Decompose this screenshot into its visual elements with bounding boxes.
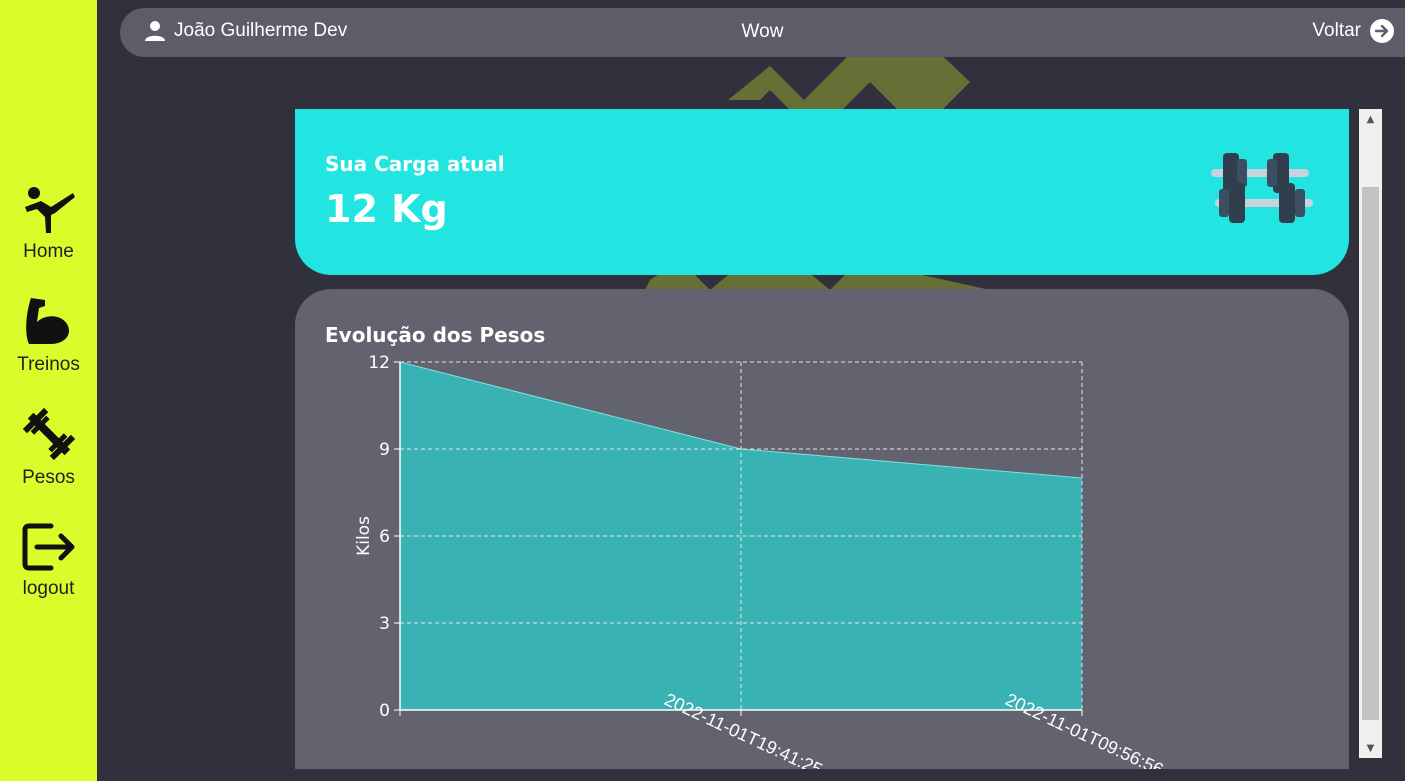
current-load-card: Sua Carga atual 12 Kg (295, 109, 1349, 275)
y-axis-label: Kilos (354, 516, 374, 556)
logout-icon (22, 523, 74, 571)
sidebar-item-label: Pesos (22, 467, 75, 488)
scrollbar[interactable]: ▲ ▼ (1359, 109, 1382, 758)
arrow-right-circle-icon (1370, 19, 1394, 43)
martial-arts-icon (24, 187, 75, 233)
y-tick-label: 3 (379, 614, 390, 634)
back-label: Voltar (1312, 20, 1361, 41)
sidebar: Home Treinos Pesos logout (0, 0, 97, 781)
scroll-down-button[interactable]: ▼ (1359, 738, 1382, 758)
weight-area-chart: 0369122022-11-01T19:41:25 2022-11-01T09:5… (354, 353, 1167, 769)
sidebar-item-label: Home (23, 241, 74, 262)
y-tick-label: 9 (379, 440, 390, 460)
y-tick-label: 0 (379, 701, 390, 721)
sidebar-item-home[interactable]: Home (0, 185, 97, 263)
sidebar-item-label: Treinos (17, 354, 80, 375)
sidebar-item-treinos[interactable]: Treinos (0, 296, 97, 376)
sidebar-item-label: logout (22, 578, 75, 599)
y-tick-label: 6 (379, 527, 390, 547)
top-bar: João Guilherme Dev Wow Voltar (120, 8, 1405, 57)
sidebar-item-logout[interactable]: logout (0, 522, 97, 600)
scroll-thumb[interactable] (1362, 187, 1379, 720)
weight-evolution-card: Evolução dos Pesos 0 3 6 9 12 2022-11-01T19:4… (295, 289, 1349, 769)
current-load-value: 12 Kg (325, 187, 448, 231)
y-tick-label: 12 (368, 353, 390, 373)
x-tick-label: 2022-11-01T09:56:56 (1002, 689, 1166, 769)
user-name: João Guilherme Dev (174, 20, 348, 41)
user-info: João Guilherme Dev (144, 20, 347, 42)
user-icon (145, 21, 165, 41)
sidebar-item-pesos[interactable]: Pesos (0, 407, 97, 489)
dumbbell-icon (22, 407, 75, 461)
current-load-label: Sua Carga atual (325, 152, 505, 176)
back-button[interactable]: Voltar (1312, 18, 1395, 44)
flexed-arm-icon (25, 298, 69, 344)
dumbbells-icon (1211, 153, 1313, 223)
scroll-up-button[interactable]: ▲ (1359, 109, 1382, 129)
